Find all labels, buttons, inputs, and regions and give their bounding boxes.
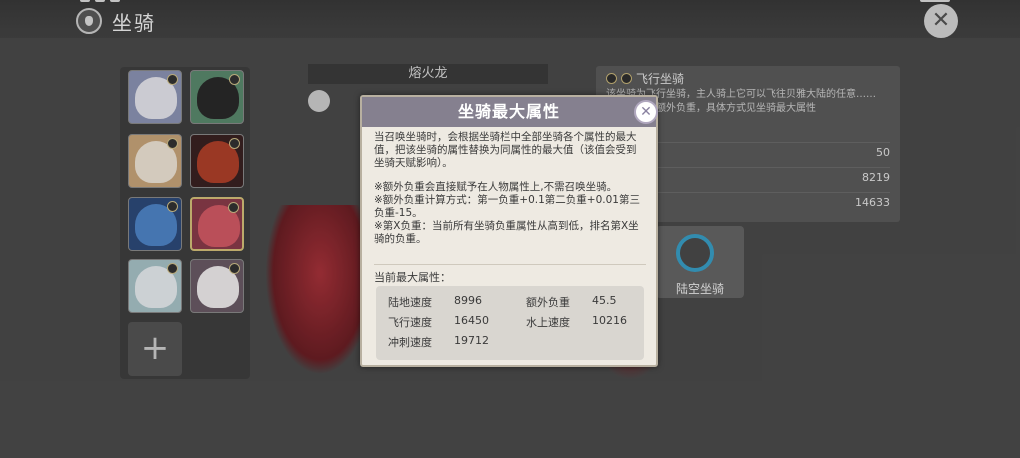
stats-box: 陆地速度 8996 额外负重 45.5 飞行速度 16450 水上速度 1021… (376, 286, 644, 360)
divider (374, 264, 646, 265)
max-attributes-dialog: 坐骑最大属性 ✕ 当召唤坐骑时，会根据坐骑栏中全部坐骑各个属性的最大值，把该坐骑… (360, 95, 658, 367)
stat-dash-speed: 冲刺速度 19712 (388, 334, 489, 350)
dialog-title: 坐骑最大属性 (362, 97, 656, 127)
dialog-paragraph: ※额外负重会直接赋予在人物属性上,不需召唤坐骑。 (374, 181, 618, 193)
close-icon[interactable]: ✕ (634, 100, 658, 124)
stat-label: 冲刺速度 (388, 336, 432, 349)
stat-fly-speed: 飞行速度 16450 (388, 314, 489, 330)
stat-land-speed: 陆地速度 8996 (388, 294, 482, 310)
stat-label: 陆地速度 (388, 296, 432, 309)
stat-value: 19712 (454, 334, 489, 347)
stat-value: 45.5 (592, 294, 617, 307)
dialog-body: 当召唤坐骑时，会根据坐骑栏中全部坐骑各个属性的最大值，把该坐骑的属性替换为同属性… (374, 131, 646, 246)
stat-label: 飞行速度 (388, 316, 432, 329)
dialog-paragraph: 当召唤坐骑时，会根据坐骑栏中全部坐骑各个属性的最大值，把该坐骑的属性替换为同属性… (374, 131, 637, 169)
stat-water-speed: 水上速度 10216 (526, 314, 627, 330)
stat-label: 额外负重 (526, 296, 570, 309)
stat-label: 水上速度 (526, 316, 570, 329)
stat-value: 16450 (454, 314, 489, 327)
dialog-paragraph: ※第X负重：当前所有坐骑负重属性从高到低，排名第X坐骑的负重。 (374, 220, 639, 245)
current-max-label: 当前最大属性： (374, 271, 451, 284)
stat-value: 8996 (454, 294, 482, 307)
dialog-paragraph: ※额外负重计算方式：第一负重+0.1第二负重+0.01第三负重-15。 (374, 194, 640, 219)
stat-extra-load: 额外负重 45.5 (526, 294, 617, 310)
stat-value: 10216 (592, 314, 627, 327)
